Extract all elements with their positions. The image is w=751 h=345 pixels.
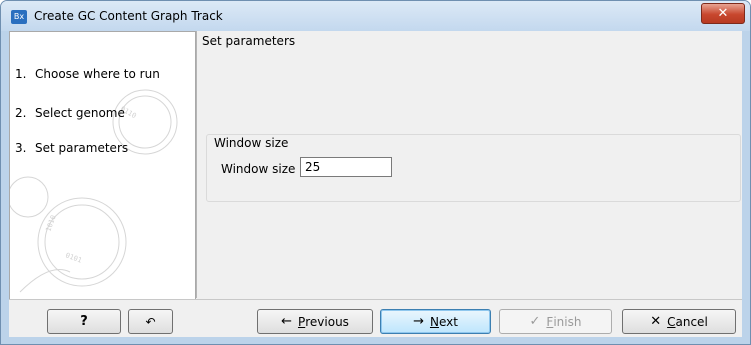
- dialog-window: Bx Create GC Content Graph Track ✕ 0110 …: [0, 0, 751, 345]
- footer-divider: [9, 299, 742, 300]
- group-title: Window size: [214, 136, 289, 150]
- checkmark-icon: ✓: [529, 314, 541, 329]
- app-icon: Bx: [11, 10, 27, 24]
- help-button[interactable]: ?: [47, 309, 121, 334]
- step-item-set-parameters: 3. Set parameters: [15, 141, 129, 155]
- reset-button[interactable]: ↶: [128, 309, 173, 334]
- step-item-choose-where-to-run: 1. Choose where to run: [15, 67, 160, 81]
- finish-button[interactable]: ✓ Finish: [499, 309, 612, 334]
- step-item-select-genome: 2. Select genome: [15, 106, 125, 120]
- arrow-right-icon: →: [413, 314, 424, 329]
- svg-text:0101: 0101: [64, 251, 83, 264]
- panel-divider: [196, 31, 197, 298]
- steps-panel: 0110 1010 0101 1. Choose where to run 2. S…: [9, 31, 196, 300]
- close-icon: ✕: [717, 6, 729, 21]
- title-bar[interactable]: Bx Create GC Content Graph Track ✕: [1, 1, 750, 31]
- window-size-input[interactable]: [300, 157, 392, 177]
- cancel-x-icon: ✕: [650, 314, 662, 329]
- section-title: Set parameters: [202, 34, 296, 48]
- cancel-button[interactable]: ✕ Cancel: [622, 309, 736, 334]
- close-button[interactable]: ✕: [701, 3, 745, 24]
- help-icon: ?: [80, 314, 88, 329]
- previous-button[interactable]: ← Previous: [257, 309, 373, 334]
- arrow-left-icon: ←: [281, 314, 292, 329]
- window-title: Create GC Content Graph Track: [34, 9, 223, 23]
- window-size-label: Window size: [221, 162, 296, 176]
- dialog-body: 0110 1010 0101 1. Choose where to run 2. S…: [9, 31, 742, 337]
- next-button[interactable]: → Next: [380, 309, 491, 334]
- reset-icon: ↶: [145, 314, 156, 329]
